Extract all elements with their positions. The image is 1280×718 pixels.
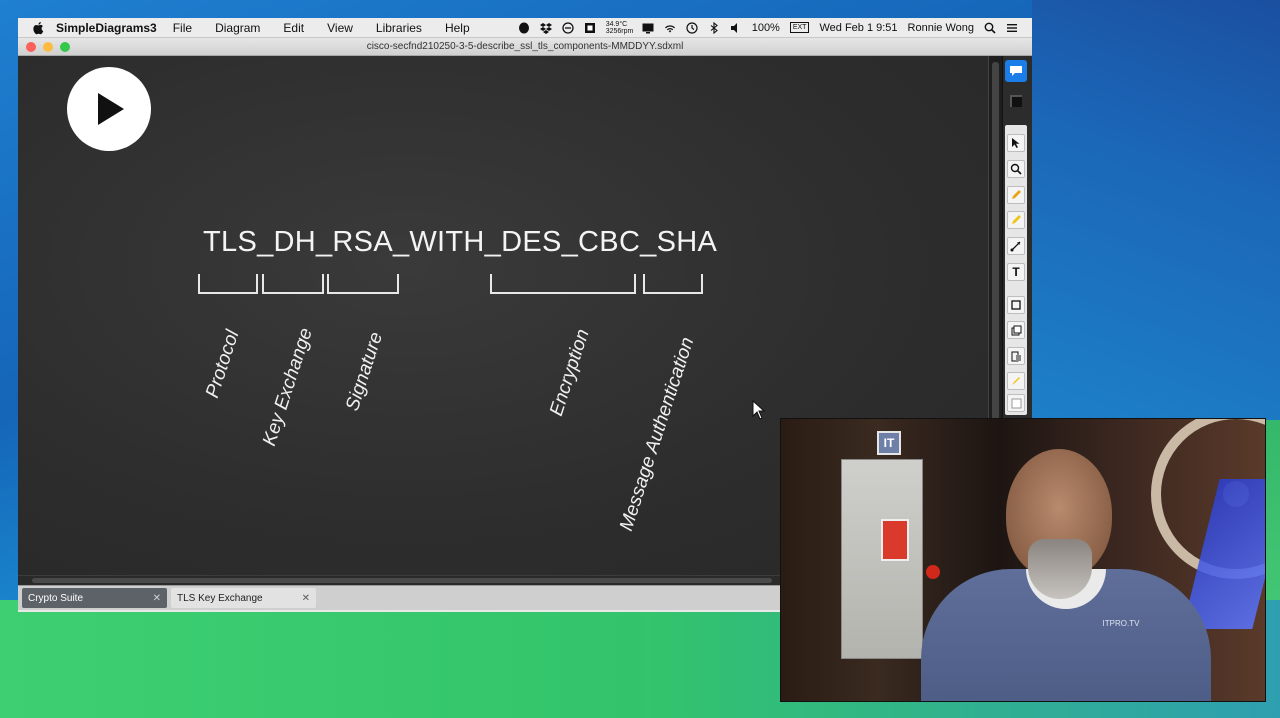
bluetooth-icon[interactable] — [708, 21, 720, 34]
wifi-icon[interactable] — [664, 22, 676, 34]
highlight-tool[interactable] — [1007, 372, 1025, 390]
vertical-scroll-thumb[interactable] — [992, 62, 999, 422]
menu-libraries[interactable]: Libraries — [376, 21, 422, 35]
document-tab-bar: Crypto Suite ✕ TLS Key Exchange ✕ — [18, 585, 780, 612]
window-close-button[interactable] — [26, 42, 36, 52]
text-tool[interactable]: T — [1007, 263, 1025, 281]
clock[interactable]: Wed Feb 1 9:51 — [819, 22, 897, 34]
display-icon[interactable] — [642, 22, 654, 34]
tab-crypto-suite[interactable]: Crypto Suite ✕ — [22, 588, 167, 608]
text-t-icon: T — [1012, 265, 1020, 279]
window-zoom-button[interactable] — [60, 42, 70, 52]
magnifier-icon — [1010, 163, 1022, 175]
spotlight-search-icon[interactable] — [984, 22, 996, 34]
apple-icon[interactable] — [32, 21, 46, 35]
label-key-exchange[interactable]: Key Exchange — [259, 325, 318, 448]
desktop-background-blue — [1032, 0, 1280, 420]
fan-text: 3256rpm — [605, 27, 634, 35]
connector-icon — [1010, 241, 1021, 252]
cipher-suite-text[interactable]: TLS_DH_RSA_WITH_DES_CBC_SHA — [203, 226, 717, 259]
menu-app-name[interactable]: SimpleDiagrams3 — [56, 21, 157, 35]
dropbox-icon[interactable] — [539, 22, 552, 34]
label-protocol[interactable]: Protocol — [202, 328, 244, 401]
tab-tls-key-exchange[interactable]: TLS Key Exchange ✕ — [171, 588, 316, 608]
highlighter-icon — [1012, 215, 1021, 224]
battery-icon[interactable]: EXT — [789, 22, 810, 33]
shirt-logo: ITPRO.TV — [1102, 619, 1140, 628]
brush-icon — [1012, 377, 1020, 385]
notification-center-icon[interactable] — [1006, 22, 1018, 34]
temp-text: 34.9°C — [605, 20, 628, 28]
volume-icon[interactable] — [730, 22, 742, 34]
menu-bar: SimpleDiagrams3 File Diagram Edit View L… — [18, 18, 1032, 38]
window-title: cisco-secfnd210250-3-5-describe_ssl_tls_… — [366, 41, 684, 52]
menu-file[interactable]: File — [173, 21, 192, 35]
window-controls — [26, 42, 70, 52]
horizontal-scroll-thumb[interactable] — [32, 578, 772, 583]
bracket-protocol[interactable] — [198, 274, 258, 294]
label-signature[interactable]: Signature — [342, 330, 388, 414]
do-not-disturb-icon[interactable] — [562, 21, 574, 34]
tab-label: TLS Key Exchange — [177, 592, 263, 604]
layers-icon — [1010, 95, 1022, 107]
marker-tool[interactable] — [1007, 211, 1025, 229]
zoom-tool[interactable] — [1007, 160, 1025, 178]
close-icon[interactable]: ✕ — [302, 593, 310, 604]
red-light — [926, 565, 940, 579]
shape-tool[interactable] — [1007, 296, 1025, 314]
play-button[interactable] — [67, 67, 151, 151]
label-message-authentication[interactable]: Message Authentication — [616, 335, 699, 534]
time-machine-icon[interactable] — [686, 21, 698, 34]
bracket-key-exchange[interactable] — [262, 274, 324, 294]
webcam-video: IT ITPRO.TV — [780, 418, 1266, 702]
temp-readout: 34.9°C 3256rpm — [605, 20, 634, 35]
arrow-pointer-icon — [1012, 138, 1020, 148]
speech-bubble-icon — [1010, 66, 1022, 76]
menu-help[interactable]: Help — [445, 21, 470, 35]
arrange-tool[interactable] — [1007, 347, 1025, 365]
group-tool[interactable] — [1007, 321, 1025, 339]
stack-icon — [1011, 325, 1021, 335]
arrange-icon — [1011, 351, 1021, 361]
close-icon[interactable]: ✕ — [153, 593, 161, 604]
pencil-tool[interactable] — [1007, 186, 1025, 204]
tab-label: Crypto Suite — [28, 592, 84, 604]
window-title-bar[interactable]: cisco-secfnd210250-3-5-describe_ssl_tls_… — [18, 38, 1032, 56]
menu-view[interactable]: View — [327, 21, 353, 35]
play-icon — [98, 93, 124, 125]
warning-label — [881, 519, 909, 561]
cpu-icon[interactable] — [584, 22, 596, 34]
battery-percent: 100% — [751, 21, 780, 34]
menu-edit[interactable]: Edit — [283, 21, 304, 35]
status-area: 34.9°C 3256rpm 100% EXT Wed Feb 1 9:51 Ro… — [518, 21, 1032, 35]
connector-tool[interactable] — [1007, 237, 1025, 255]
menu-diagram[interactable]: Diagram — [215, 21, 260, 35]
mouse-pointer-icon — [752, 400, 766, 420]
comments-button[interactable] — [1005, 60, 1027, 82]
pencil-icon — [1012, 190, 1021, 199]
bracket-encryption[interactable] — [490, 274, 636, 294]
select-tool[interactable] — [1007, 134, 1025, 152]
label-encryption[interactable]: Encryption — [546, 327, 595, 419]
square-icon — [1011, 300, 1021, 310]
swatch-icon — [1011, 398, 1021, 408]
bracket-signature[interactable] — [327, 274, 399, 294]
user-name[interactable]: Ronnie Wong — [908, 22, 974, 34]
color-tool[interactable] — [1007, 394, 1025, 412]
alien-icon[interactable] — [518, 22, 530, 34]
layers-button[interactable] — [1005, 90, 1027, 112]
itprotv-logo: IT — [877, 431, 901, 455]
bracket-message-auth[interactable] — [643, 274, 703, 294]
window-minimize-button[interactable] — [43, 42, 53, 52]
